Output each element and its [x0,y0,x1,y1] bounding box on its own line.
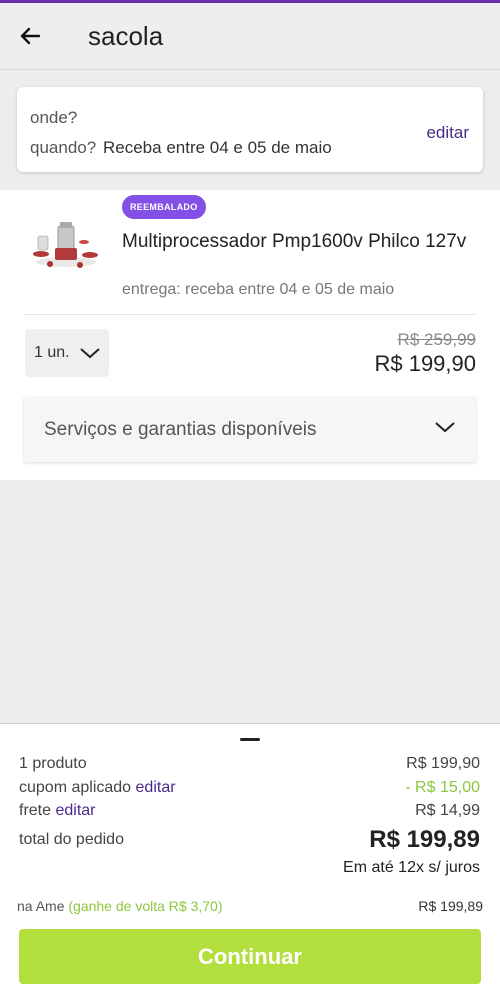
price-original: R$ 259,99 [397,330,476,349]
cart-item: REEMBALADO Multiprocessador Pmp1600v Phi… [0,190,500,480]
chevron-down-icon [434,420,456,439]
shipping-value: R$ 14,99 [415,802,480,819]
ame-payment-row: na Ame (ganhe de volta R$ 3,70) R$ 199,8… [17,898,483,914]
repackaged-badge: REEMBALADO [122,195,206,219]
continue-button[interactable]: Continuar [19,929,481,984]
coupon-edit-link[interactable]: editar [136,779,176,796]
products-value: R$ 199,90 [406,755,480,772]
product-delivery-estimate: entrega: receba entre 04 e 05 de maio [122,281,395,298]
divider [24,314,476,315]
delivery-when-value: Receba entre 04 e 05 de maio [103,138,332,157]
shipping-label: frete [19,802,52,819]
services-warranty-dropdown[interactable]: Serviços e garantias disponíveis [24,397,476,462]
quantity-select[interactable]: 1 un. [25,329,109,377]
app-bar: sacola [0,3,500,70]
product-name[interactable]: Multiprocessador Pmp1600v Philco 127v [122,228,472,255]
summary-total-row: total do pedido R$ 199,89 [19,826,480,854]
price-current: R$ 199,90 [374,351,476,376]
installments-info: Em até 12x s/ juros [343,859,480,876]
total-value: R$ 199,89 [369,826,480,853]
summary-shipping-row: frete editar R$ 14,99 [19,802,480,820]
drag-handle[interactable] [240,738,260,741]
product-image[interactable] [30,220,102,272]
shipping-edit-link[interactable]: editar [55,802,95,819]
ame-cashback: (ganhe de volta R$ 3,70) [68,898,223,914]
services-label: Serviços e garantias disponíveis [44,418,317,440]
summary-coupon-row: cupom aplicado editar - R$ 15,00 [19,779,480,797]
page-title: sacola [88,20,164,51]
chevron-down-icon [79,346,101,360]
ame-price: R$ 199,89 [418,898,483,914]
coupon-label: cupom aplicado [19,779,132,796]
arrow-left-icon [20,27,41,45]
delivery-when-label: quandо? [30,138,97,157]
delivery-edit-link[interactable]: editar [426,123,469,143]
coupon-value: - R$ 15,00 [405,779,480,796]
ame-label: na Ame [17,898,65,914]
back-button[interactable] [10,16,50,56]
quantity-value: 1 un. [34,344,70,361]
total-label: total do pedido [19,831,124,848]
summary-products-row: 1 produto R$ 199,90 [19,755,480,773]
delivery-info-card: onde? quandо? Receba entre 04 e 05 de ma… [17,87,483,172]
delivery-where-label: onde? [30,108,78,127]
products-label: 1 produto [19,755,87,772]
order-summary: 1 produto R$ 199,90 cupom aplicado edita… [0,723,500,1002]
